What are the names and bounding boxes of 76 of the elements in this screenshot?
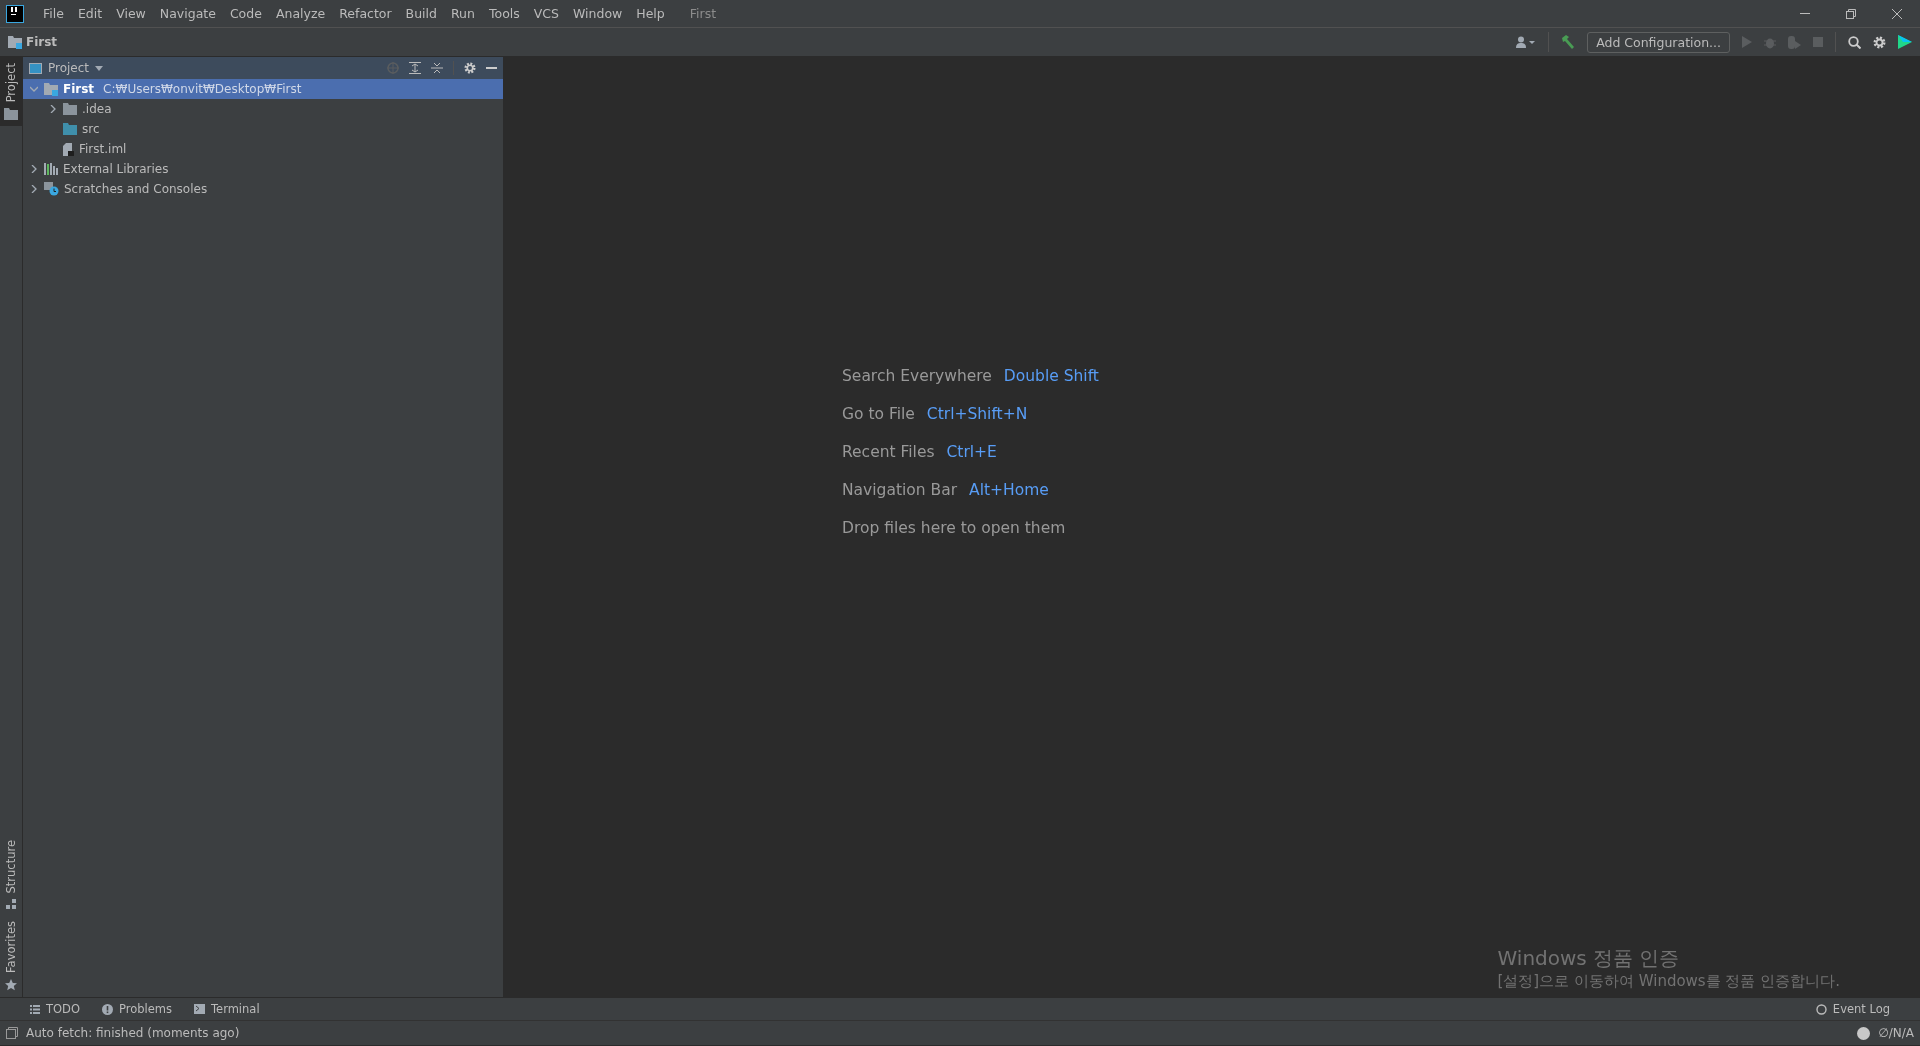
star-icon[interactable] bbox=[5, 979, 17, 991]
menu-item[interactable]: Run bbox=[444, 6, 482, 21]
status-message: Auto fetch: finished (moments ago) bbox=[26, 1026, 240, 1040]
list-icon bbox=[30, 1004, 40, 1014]
module-folder-icon bbox=[44, 82, 58, 96]
menu-item[interactable]: Analyze bbox=[268, 6, 333, 21]
chevron-right-icon[interactable] bbox=[30, 165, 38, 173]
speech-bubble-icon bbox=[1815, 1003, 1827, 1015]
menu-item[interactable]: Tools bbox=[481, 6, 527, 21]
window-icon bbox=[29, 62, 42, 74]
hint-text: Go to File bbox=[842, 405, 915, 423]
tree-item[interactable]: src bbox=[23, 119, 503, 139]
caret-icon[interactable] bbox=[95, 65, 104, 71]
menu-item[interactable]: Help bbox=[629, 6, 672, 21]
tool-window-tab[interactable]: Favorites bbox=[0, 915, 22, 997]
terminal-icon bbox=[194, 1004, 205, 1014]
tree-item[interactable]: First C:₩Users₩onvit₩Desktop₩First bbox=[23, 79, 503, 99]
settings-icon[interactable] bbox=[1873, 35, 1886, 49]
module-folder-icon bbox=[8, 35, 22, 49]
tool-window-tab[interactable]: Structure bbox=[0, 833, 22, 916]
menu-item[interactable]: Edit bbox=[70, 6, 110, 21]
tree-item[interactable]: External Libraries bbox=[23, 159, 503, 179]
hint-text: Search Everywhere bbox=[842, 367, 992, 385]
expand-all-icon[interactable] bbox=[409, 62, 421, 74]
breadcrumb[interactable]: First bbox=[8, 35, 58, 49]
tree-item[interactable]: First.iml bbox=[23, 139, 503, 159]
close-icon[interactable] bbox=[1892, 8, 1902, 19]
hint-text: Drop files here to open them bbox=[842, 519, 1066, 537]
menu-item[interactable]: Navigate bbox=[152, 6, 223, 21]
menu-item[interactable]: Build bbox=[398, 6, 444, 21]
tool-window-tab[interactable]: Terminal bbox=[194, 1002, 260, 1016]
shortcut-text: Ctrl+Shift+N bbox=[926, 405, 1028, 423]
tool-window-tab[interactable]: Project bbox=[0, 57, 22, 127]
shortcut-text: Ctrl+E bbox=[946, 443, 997, 461]
chevron-right-icon[interactable] bbox=[30, 185, 38, 193]
hammer-icon[interactable] bbox=[1561, 35, 1576, 49]
shortcut-text: Alt+Home bbox=[969, 481, 1049, 499]
search-icon[interactable] bbox=[1848, 35, 1861, 49]
menu-item[interactable]: VCS bbox=[526, 6, 566, 21]
collapse-all-icon[interactable] bbox=[431, 62, 443, 74]
menu-item[interactable]: View bbox=[109, 6, 153, 21]
warning-icon bbox=[102, 1003, 113, 1015]
circle-icon bbox=[1857, 1026, 1871, 1040]
app-logo-icon bbox=[6, 4, 24, 23]
tool-window-tab[interactable]: TODO bbox=[30, 1002, 80, 1016]
folder-icon bbox=[63, 123, 77, 135]
event-log-tab[interactable]: Event Log bbox=[1815, 1002, 1890, 1016]
menu-item[interactable]: Code bbox=[222, 6, 269, 21]
project-path: C:₩Users₩onvit₩Desktop₩First bbox=[103, 82, 302, 96]
vcs-status[interactable]: ∅/N/A bbox=[1878, 1026, 1914, 1040]
library-icon bbox=[44, 163, 58, 175]
panel-toggle-icon[interactable] bbox=[6, 1027, 18, 1039]
restore-icon[interactable] bbox=[1846, 8, 1856, 19]
toolbox-logo-icon[interactable] bbox=[1898, 35, 1912, 49]
menu-item[interactable]: Window bbox=[566, 6, 630, 21]
shortcut-text: Double Shift bbox=[1003, 367, 1099, 385]
scratch-clock-icon bbox=[44, 182, 59, 196]
file-icon bbox=[63, 142, 74, 156]
tree-item[interactable]: Scratches and Consoles bbox=[23, 179, 503, 199]
activation-message: [설정]으로 이동하여 Windows를 정품 인증합니다. bbox=[1497, 972, 1840, 991]
user-dropdown-icon[interactable] bbox=[1516, 36, 1537, 48]
activation-title: Windows 정품 인증 bbox=[1497, 945, 1681, 972]
chevron-right-icon[interactable] bbox=[49, 105, 57, 113]
tool-window-tab[interactable]: Problems bbox=[102, 1002, 172, 1016]
tree-item[interactable]: .idea bbox=[23, 99, 503, 119]
hint-text: Navigation Bar bbox=[842, 481, 958, 499]
settings-icon[interactable] bbox=[464, 62, 476, 74]
folder-icon bbox=[4, 108, 18, 121]
panel-title[interactable]: Project bbox=[48, 61, 90, 75]
folder-icon bbox=[63, 103, 77, 115]
add-configuration-button[interactable]: Add Configuration... bbox=[1587, 31, 1730, 53]
structure-icon[interactable] bbox=[6, 899, 16, 910]
window-title: First bbox=[689, 6, 717, 21]
hint-text: Recent Files bbox=[842, 443, 935, 461]
menu-item[interactable]: Refactor bbox=[332, 6, 399, 21]
menu-item[interactable]: File bbox=[36, 6, 71, 21]
